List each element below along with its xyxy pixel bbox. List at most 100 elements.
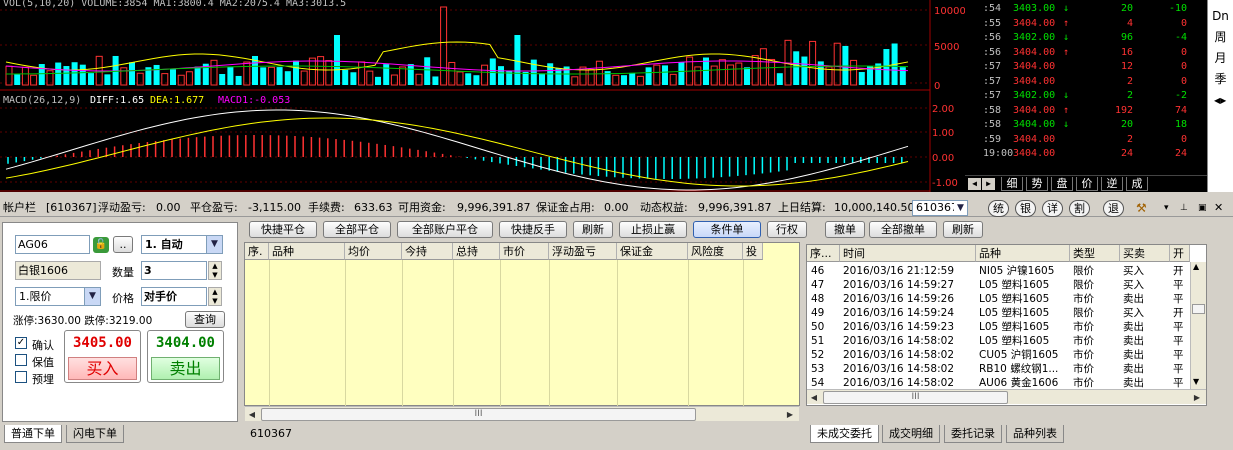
position-hscroll[interactable]: ◀ III ▶ [245,406,799,421]
pin-icon[interactable]: ▾ [1164,199,1169,217]
table-row[interactable]: 49 2016/03/16 14:59:24 L05 塑料1605 限价 买入 开 [807,306,1190,320]
quantity-stepper[interactable]: ▲ ▼ [208,261,222,280]
conditional-order-button[interactable]: 条件单 [693,221,761,238]
table-row[interactable]: 48 2016/03/16 14:59:26 L05 塑料1605 市价 卖出 平 [807,292,1190,306]
table-row[interactable]: 51 2016/03/16 14:58:02 L05 塑料1605 市价 卖出 平 [807,334,1190,348]
lock-icon[interactable]: 🔓 [93,237,109,253]
table-row[interactable]: 50 2016/03/16 14:59:23 L05 塑料1605 市价 卖出 平 [807,320,1190,334]
history-column-header[interactable]: 买卖 [1120,245,1170,262]
side-tab-month[interactable]: 月 [1208,48,1233,69]
tick-tab[interactable]: 成 [1126,177,1148,191]
scroll-thumb[interactable]: III [261,408,696,421]
tick-tab[interactable]: 细 [1001,177,1023,191]
scroll-thumb[interactable]: III [823,391,1008,404]
exercise-button[interactable]: 行权 [767,221,807,238]
scroll-down-icon[interactable]: ▼ [1193,377,1199,386]
history-column-header[interactable]: 品种 [976,245,1070,262]
position-column-header[interactable]: 风险度 [688,243,743,260]
side-scroll-icon[interactable]: ◀▶ [1214,96,1226,105]
position-column-header[interactable]: 浮动盈亏 [549,243,617,260]
tab-trade-details[interactable]: 成交明细 [882,425,940,443]
cancel-order-button[interactable]: 撤单 [825,221,865,238]
table-row[interactable]: 53 2016/03/16 14:58:02 RB10 螺纹钢1... 市价 卖出 平 [807,362,1190,376]
history-column-header[interactable]: 时间 [840,245,976,262]
tick-chg: -4 [1174,32,1187,43]
scroll-right-icon[interactable]: ▶ [783,407,797,422]
circle-button-exit[interactable]: 退 [1103,200,1124,217]
tools-icon[interactable]: ⚒ [1136,199,1147,217]
tick-tab[interactable]: 势 [1026,177,1048,191]
scroll-left-icon[interactable]: ◀ [968,178,981,190]
position-column-header[interactable]: 投 [743,243,763,260]
tick-tab[interactable]: 盘 [1051,177,1073,191]
quick-reverse-button[interactable]: 快捷反手 [499,221,567,238]
order-history-table[interactable]: 序... 时间 品种 类型 买卖开 46 2016/03/16 21:12:59 NI05 … [806,244,1207,406]
refresh-button[interactable]: 刷新 [573,221,613,238]
query-button[interactable]: 查询 [185,311,225,328]
table-row[interactable]: 46 2016/03/16 21:12:59 NI05 沪镍1605 限价 买入 开 [807,264,1190,278]
restore-icon[interactable]: ▣ [1198,199,1207,217]
buy-button[interactable]: 3405.00 买入 [64,330,141,383]
price-stepper[interactable]: ▲ ▼ [208,287,222,306]
tab-contract-list[interactable]: 品种列表 [1006,425,1064,443]
volume-bar [448,61,456,86]
refresh-orders-button[interactable]: 刷新 [943,221,983,238]
scroll-left-icon[interactable]: ◀ [807,390,821,405]
confirm-checkbox[interactable]: ✓ [15,337,27,349]
table-row[interactable]: 47 2016/03/16 14:59:27 L05 塑料1605 限价 买入 平 [807,278,1190,292]
scroll-thumb[interactable] [1192,304,1205,314]
position-column-header[interactable]: 总持 [453,243,500,260]
account-select[interactable]: 610367 ▼ [912,200,968,216]
history-column-header[interactable]: 序... [807,245,840,262]
contract-code-input[interactable]: AG06 [15,235,90,254]
open-close-mode-select[interactable]: 1. 自动 ▼ [141,235,223,254]
scroll-up-icon[interactable]: ▲ [1193,262,1199,271]
side-tab-dn[interactable]: Dn [1208,6,1233,27]
position-column-header[interactable]: 市价 [500,243,549,260]
circle-button-split[interactable]: 割 [1069,200,1090,217]
preset-checkbox[interactable] [15,371,27,383]
volume-bar [842,45,849,85]
circle-button-bank[interactable]: 银 [1015,200,1036,217]
price-type-select[interactable]: 1.限价 ▼ [15,287,101,306]
stop-loss-profit-button[interactable]: 止损止赢 [619,221,687,238]
close-all-button[interactable]: 全部平仓 [323,221,391,238]
close-icon[interactable]: ✕ [1214,199,1223,217]
position-column-header[interactable]: 保证金 [617,243,688,260]
browse-button[interactable]: .. [113,236,133,253]
hedge-checkbox[interactable] [15,354,27,366]
side-tab-quarter[interactable]: 季 [1208,69,1233,90]
position-table[interactable]: 序. 品种 均价 今持 总持 市价 浮动盈亏 保证金 风险度投 ◀ III ▶ [244,242,800,421]
tab-pending-orders[interactable]: 未成交委托 [810,425,879,443]
tab-order-records[interactable]: 委托记录 [944,425,1002,443]
float-icon[interactable]: ⊥ [1180,199,1188,217]
close-all-accounts-button[interactable]: 全部账户平仓 [397,221,493,238]
scroll-left-icon[interactable]: ◀ [245,407,259,422]
quick-close-button[interactable]: 快捷平仓 [249,221,317,238]
position-column-header[interactable]: 序. [245,243,269,260]
side-tab-week[interactable]: 周 [1208,27,1233,48]
kline-chart[interactable]: VOL(5,10,20) VOLUME:3854 MA1:3800.4 MA2:… [0,0,966,192]
position-column-header[interactable]: 今持 [402,243,453,260]
scroll-right-icon[interactable]: ▶ [1190,390,1204,405]
chart-area[interactable]: VOL(5,10,20) VOLUME:3854 MA1:3800.4 MA2:… [0,0,966,192]
tab-normal-order[interactable]: 普通下单 [4,425,62,443]
circle-button-stats[interactable]: 统 [988,200,1009,217]
history-column-header[interactable]: 类型 [1070,245,1120,262]
tick-tab[interactable]: 价 [1076,177,1098,191]
sell-button[interactable]: 3404.00 卖出 [147,330,224,383]
history-hscroll[interactable]: ◀ III ▶ [807,389,1206,404]
quantity-input[interactable]: 3 [141,261,207,280]
position-column-header[interactable]: 品种 [269,243,345,260]
table-row[interactable]: 52 2016/03/16 14:58:02 CU05 沪铜1605 市价 卖出 平 [807,348,1190,362]
history-column-header[interactable]: 开 [1170,245,1190,262]
tab-flash-order[interactable]: 闪电下单 [66,425,124,443]
tick-tab[interactable]: 逆 [1101,177,1123,191]
position-column-header[interactable]: 均价 [345,243,402,260]
scroll-right-icon[interactable]: ▶ [982,178,995,190]
price-input[interactable]: 对手价 [141,287,207,306]
cancel-all-button[interactable]: 全部撤单 [869,221,937,238]
table-row[interactable]: 54 2016/03/16 14:58:02 AU06 黄金1606 市价 卖出 平 [807,376,1190,390]
history-vscroll[interactable]: ▲ ▼ [1190,262,1206,389]
circle-button-detail[interactable]: 详 [1042,200,1063,217]
